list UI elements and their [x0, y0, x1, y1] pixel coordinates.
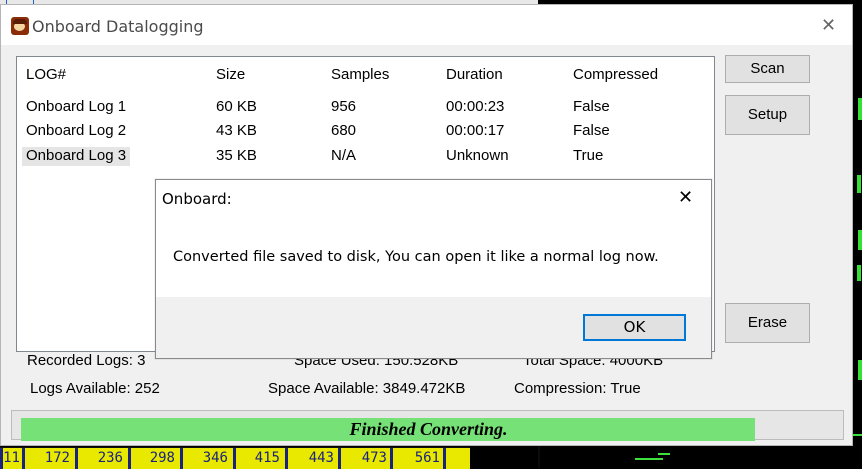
grid-cell: 443: [308, 450, 334, 466]
ok-button[interactable]: OK: [583, 314, 686, 341]
progress-text: Finished Converting.: [349, 419, 508, 439]
erase-button[interactable]: Erase: [725, 303, 810, 343]
message-dialog: Onboard: ✕ Converted file saved to disk,…: [155, 179, 712, 359]
recorded-logs-label: Recorded Logs: 3: [27, 352, 146, 369]
progress-bar: Finished Converting.: [11, 410, 844, 441]
close-icon[interactable]: ✕: [821, 15, 836, 36]
grid-cell: 236: [97, 450, 123, 466]
column-header-log[interactable]: LOG#: [26, 66, 66, 83]
list-header: LOG# Size Samples Duration Compressed: [17, 63, 714, 87]
cell-size: 35 KB: [216, 147, 257, 164]
setup-button[interactable]: Setup: [725, 95, 810, 135]
grid-cell: 415: [254, 450, 280, 466]
column-header-samples[interactable]: Samples: [331, 66, 389, 83]
grid-cell: 111: [0, 450, 20, 466]
column-header-duration[interactable]: Duration: [446, 66, 503, 83]
column-header-size[interactable]: Size: [216, 66, 245, 83]
cell-duration: 00:00:23: [446, 98, 505, 115]
cell-compressed: False: [573, 98, 610, 115]
grid-cell: 298: [149, 450, 175, 466]
cell-compressed: True: [573, 147, 604, 164]
cell-samples: 680: [331, 122, 357, 139]
grid-cell: 346: [202, 450, 228, 466]
close-icon[interactable]: ✕: [678, 187, 693, 208]
column-header-compressed[interactable]: Compressed: [573, 66, 658, 83]
dialog-message: Converted file saved to disk, You can op…: [173, 249, 659, 265]
cell-samples: N/A: [331, 147, 357, 164]
dialog-footer: OK: [156, 297, 711, 358]
list-row-selected[interactable]: Onboard Log 3 35 KB N/A Unknown True: [17, 144, 714, 168]
cell-samples: 956: [331, 98, 357, 115]
background-data-row: 111 172 236 298 346 415 443 473 561: [0, 447, 470, 469]
title-bar: Onboard Datalogging ✕: [1, 5, 852, 45]
list-row[interactable]: Onboard Log 2 43 KB 680 00:00:17 False: [17, 119, 714, 143]
cell-compressed: False: [573, 122, 610, 139]
dialog-title: Onboard:: [162, 190, 232, 208]
cell-log: Onboard Log 1: [26, 98, 127, 115]
app-icon: [11, 17, 29, 35]
grid-cell: 172: [44, 450, 70, 466]
list-row[interactable]: Onboard Log 1 60 KB 956 00:00:23 False: [17, 95, 714, 119]
grid-cell: 473: [361, 450, 387, 466]
cell-log: Onboard Log 2: [26, 122, 127, 139]
cell-size: 60 KB: [216, 98, 257, 115]
compression-label: Compression: True: [514, 380, 641, 397]
scan-button[interactable]: Scan: [725, 55, 810, 83]
cell-log: Onboard Log 3: [22, 147, 131, 166]
cell-duration: 00:00:17: [446, 122, 505, 139]
cell-duration: Unknown: [446, 147, 509, 164]
grid-cell: 561: [414, 450, 440, 466]
cell-size: 43 KB: [216, 122, 257, 139]
logs-available-label: Logs Available: 252: [30, 380, 160, 397]
space-available-label: Space Available: 3849.472KB: [268, 380, 466, 397]
window-title: Onboard Datalogging: [32, 17, 204, 36]
